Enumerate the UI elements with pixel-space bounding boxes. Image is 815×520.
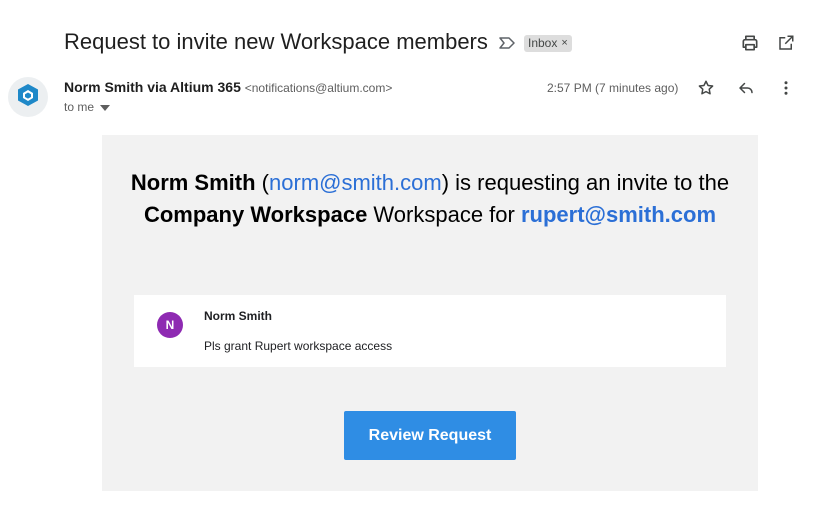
- email-body-card: Norm Smith (norm@smith.com) is requestin…: [102, 135, 758, 491]
- sender-avatar[interactable]: [8, 77, 48, 117]
- open-in-new-window-icon[interactable]: [774, 31, 798, 55]
- chevron-down-icon: [100, 100, 111, 114]
- sender-line: Norm Smith via Altium 365 <notifications…: [64, 79, 392, 95]
- reply-icon[interactable]: [734, 76, 758, 100]
- requester-name: Norm Smith: [130, 170, 256, 195]
- remove-label-icon[interactable]: ×: [561, 35, 567, 52]
- print-icon[interactable]: [738, 31, 762, 55]
- recipient-details-toggle[interactable]: to me: [64, 100, 111, 114]
- altium-logo-icon: [17, 83, 39, 112]
- headline-text-part-1: ) is requesting an invite to the: [441, 170, 730, 195]
- workspace-name: Company Workspace: [143, 202, 368, 227]
- headline-text-part-2: Workspace for: [367, 202, 521, 227]
- more-vertical-icon[interactable]: [774, 76, 798, 100]
- sender-name: Norm Smith via Altium 365: [64, 79, 241, 95]
- request-note: N Norm Smith Pls grant Rupert workspace …: [134, 295, 726, 367]
- email-subject: Request to invite new Workspace members: [64, 29, 488, 54]
- label-arrow-icon[interactable]: [498, 35, 516, 51]
- invite-request-headline: Norm Smith (norm@smith.com) is requestin…: [102, 167, 758, 231]
- inbox-label-text: Inbox: [528, 36, 558, 50]
- inbox-label-chip[interactable]: Inbox ×: [524, 35, 572, 52]
- sent-timestamp: 2:57 PM (7 minutes ago): [547, 81, 679, 95]
- note-author-name: Norm Smith: [204, 309, 273, 323]
- recipient-label: to me: [64, 100, 95, 114]
- invitee-email-link[interactable]: rupert@smith.com: [521, 202, 716, 227]
- note-message: Pls grant Rupert workspace access: [204, 339, 393, 353]
- note-author-avatar: N: [157, 312, 183, 338]
- sender-email: <notifications@altium.com>: [244, 81, 393, 95]
- review-request-button[interactable]: Review Request: [344, 411, 516, 460]
- requester-email-link[interactable]: norm@smith.com: [269, 170, 442, 195]
- star-icon[interactable]: [694, 76, 718, 100]
- headline-open-paren: (: [255, 170, 270, 195]
